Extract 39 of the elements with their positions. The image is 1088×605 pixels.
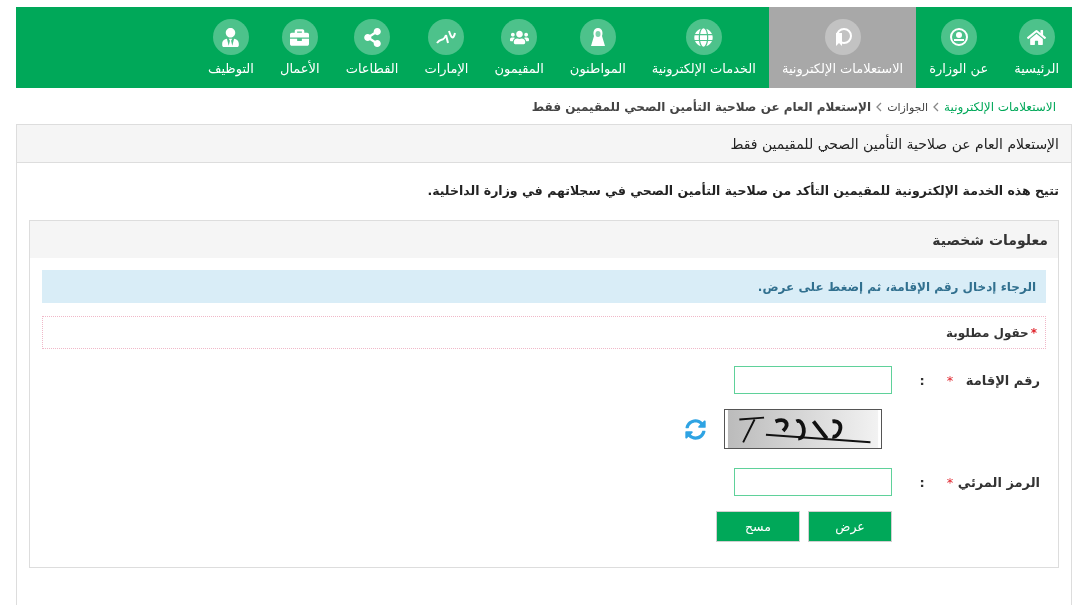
form-section-title: معلومات شخصية [30,221,1058,258]
required-mark: * [1030,325,1037,340]
required-note-text: حقول مطلوبة [946,325,1029,340]
chevron-icon [933,102,940,112]
info-alert: الرجاء إدخال رقم الإقامة، ثم إضغط على عرض. [42,270,1046,303]
nav-item[interactable]: الاستعلامات الإلكترونية [768,7,917,88]
emblem-icon [940,19,977,55]
house-icon [1018,19,1055,55]
nav-item[interactable]: المقيمون [481,7,557,88]
nav-item[interactable]: المواطنون [556,7,639,88]
refresh-icon[interactable] [685,418,706,440]
nav-item[interactable]: الإمارات [411,7,482,88]
globe-bookmark-icon [824,19,861,55]
service-description: تتيح هذه الخدمة الإلكترونية للمقيمين التأكد من صلاحية التأمين الصحي في سجلاتهم في وزارة الداخلية. [426,183,1059,198]
people-icon [501,19,538,55]
nav-item[interactable]: القطاعات [332,7,412,88]
nav-item[interactable]: الرئيسية [1001,7,1072,88]
nav-item[interactable]: عن الوزارة [916,7,1002,88]
nav-item[interactable]: الأعمال [266,7,333,88]
chevron-icon [876,102,883,112]
breadcrumb-current: الإستعلام العام عن صلاحية التأمين الصحي للمقيمين فقط [531,100,872,114]
colon: : [918,372,926,388]
required-mark: * [945,372,955,388]
person-icon [579,19,616,55]
view-button[interactable]: عرض [808,511,892,542]
input-field[interactable] [734,468,892,496]
page-title: الإستعلام العام عن صلاحية التأمين الصحي للمقيمين فقط [17,125,1071,163]
field-label: رقم الإقامة [964,372,1041,388]
nav-item[interactable]: الخدمات الإلكترونية [638,7,769,88]
input-field[interactable] [734,366,892,394]
globe-icon [685,19,722,55]
nav-item[interactable]: التوظيف [195,7,267,88]
clear-button[interactable]: مسح [716,511,800,542]
breadcrumb-link[interactable]: الجوازات [887,100,929,114]
breadcrumb-link[interactable]: الاستعلامات الإلكترونية [944,100,1056,114]
colon: : [918,474,926,490]
calligraphy-icon [428,19,465,55]
share-nodes-icon [354,19,391,55]
briefcase-icon [281,19,318,55]
